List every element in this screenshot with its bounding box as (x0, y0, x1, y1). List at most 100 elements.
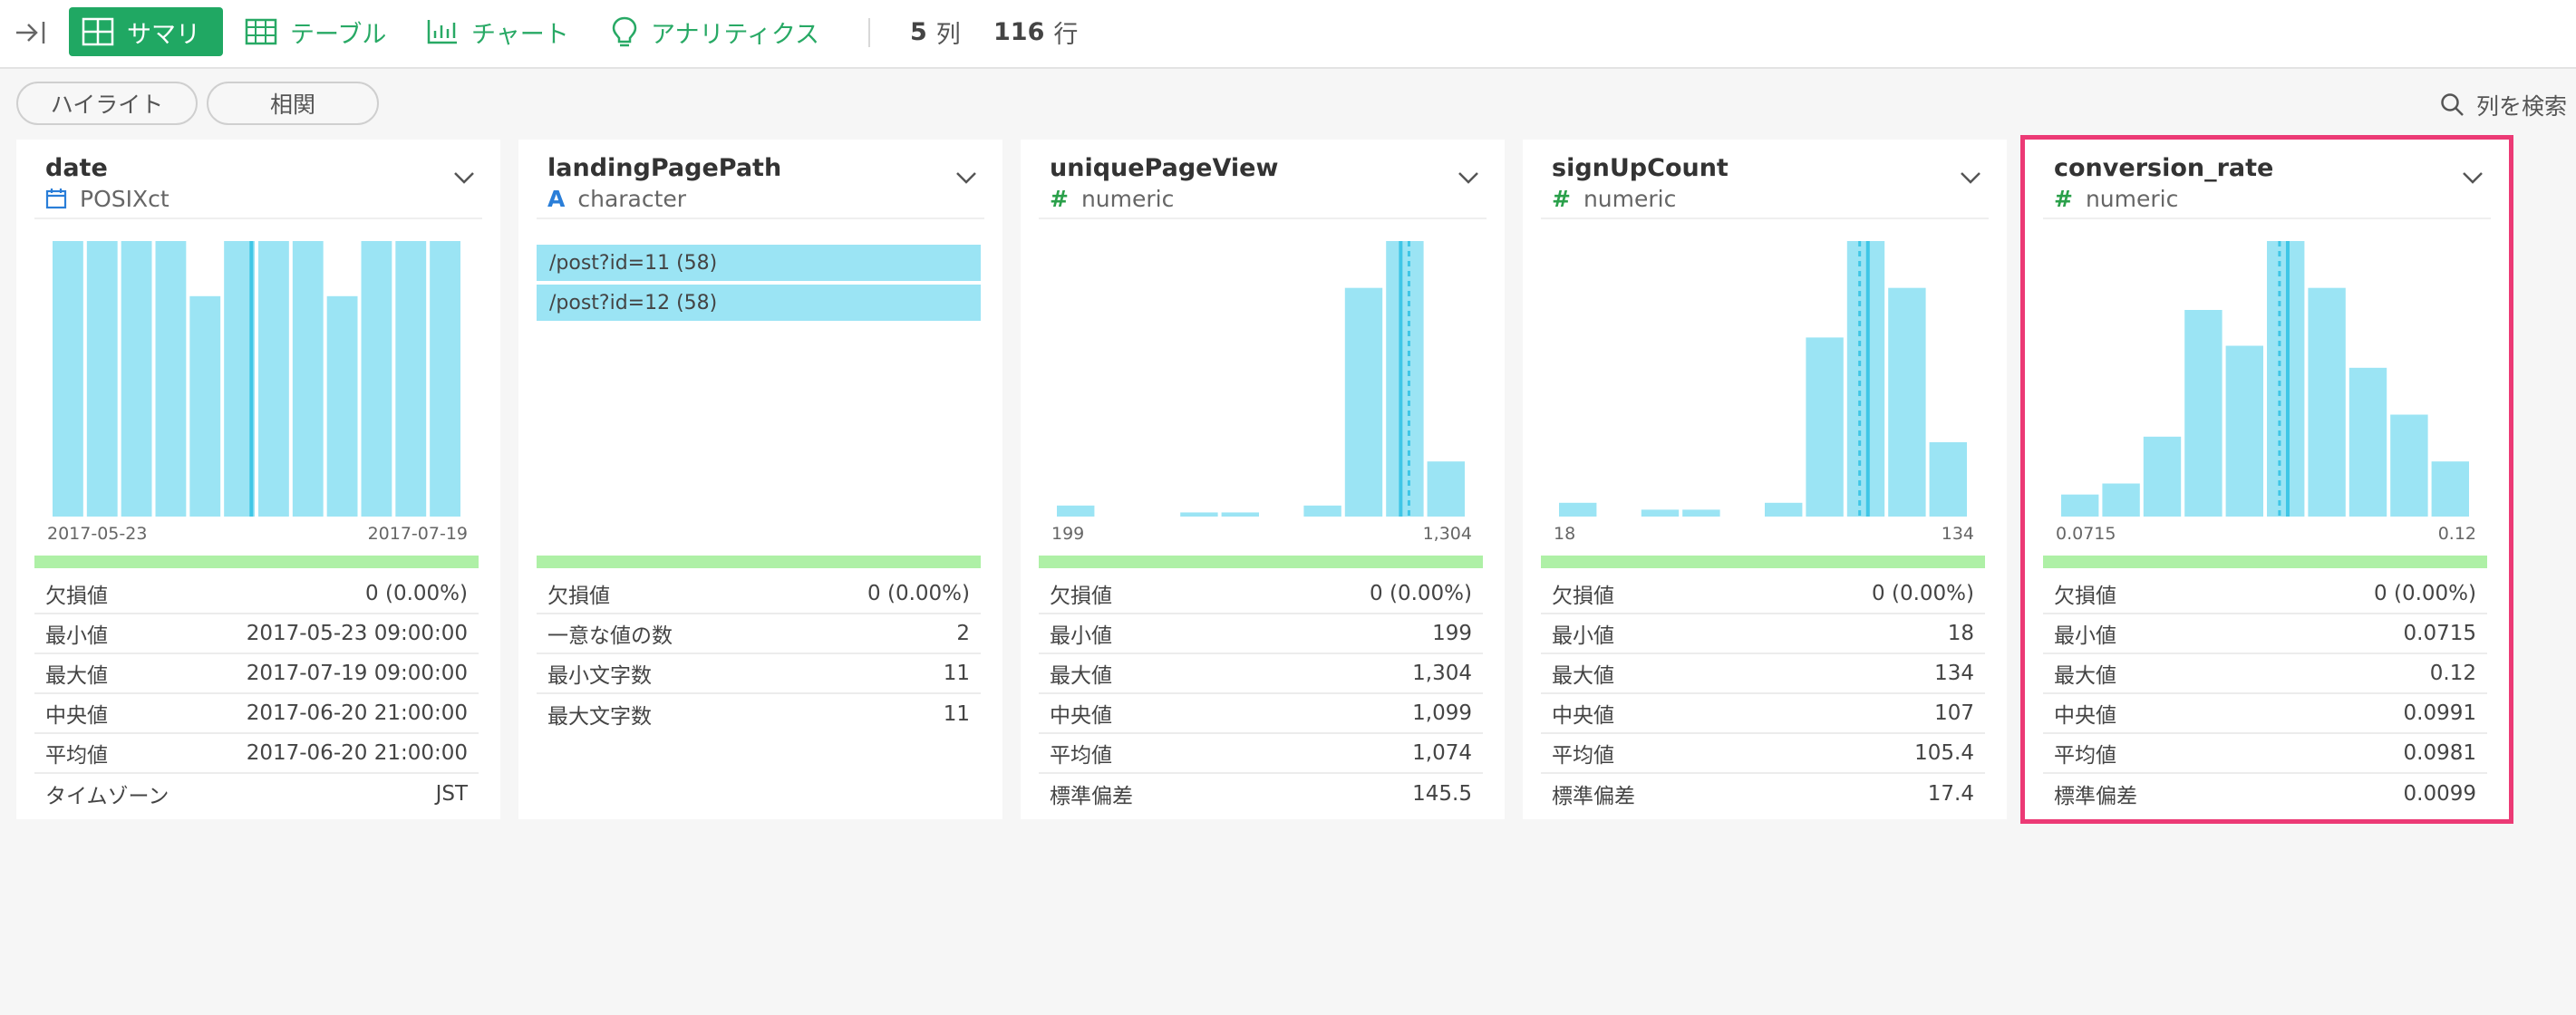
histogram-bar[interactable] (2143, 436, 2182, 517)
histogram-bar[interactable] (2308, 287, 2346, 517)
histogram-bar[interactable] (2225, 345, 2263, 517)
column-count: 5 列 (910, 14, 961, 49)
histogram-bar[interactable] (1180, 512, 1218, 517)
correlation-button[interactable]: 相関 (207, 82, 379, 125)
column-card-landingPagePath: landingPagePath A character /post?id=11 … (518, 140, 1002, 819)
stat-label: 最大値 (1552, 664, 1614, 688)
stat-label: 中央値 (1552, 704, 1614, 728)
axis-max-label: 1,304 (1422, 524, 1472, 544)
histogram-bar[interactable] (1559, 502, 1597, 517)
histogram-bar[interactable] (1846, 241, 1885, 517)
histogram-bar[interactable] (1386, 241, 1424, 517)
stat-label: 平均値 (45, 744, 108, 768)
histogram-bar[interactable] (1303, 505, 1341, 517)
histogram-bar[interactable] (1806, 337, 1844, 517)
stats-list: 欠損値 0 (0.00%) 最小値 199 最大値 1,304 中央値 1,099 平均… (1039, 575, 1483, 814)
stat-row: 平均値 105.4 (1541, 734, 1985, 774)
chevron-down-icon[interactable] (955, 170, 977, 185)
chevron-down-icon[interactable] (2462, 170, 2484, 185)
stat-row: 最大値 1,304 (1039, 654, 1483, 694)
histogram-bar[interactable] (1344, 287, 1383, 517)
histogram-bar[interactable] (292, 241, 324, 517)
valid-values-bar (1541, 556, 1985, 568)
histogram-bar[interactable] (258, 241, 289, 517)
stat-row: 最小値 0.0715 (2043, 614, 2487, 654)
histogram-bar[interactable] (2390, 414, 2428, 517)
collapse-panel-button[interactable] (11, 14, 51, 51)
histogram-bar[interactable] (2267, 241, 2305, 517)
histogram-uniquePageView (1057, 241, 1465, 517)
histogram-bar[interactable] (2431, 461, 2469, 517)
stat-row: 中央値 0.0991 (2043, 694, 2487, 734)
stat-value: 134 (1934, 662, 1974, 685)
column-header[interactable]: landingPagePath A character (518, 140, 1002, 218)
histogram-bar[interactable] (1682, 509, 1720, 517)
column-name: uniquePageView (1050, 154, 1279, 182)
collapse-arrow-icon (16, 22, 45, 44)
histogram-bar[interactable] (1765, 502, 1803, 517)
histogram-bar[interactable] (189, 295, 221, 517)
stat-value: 0 (0.00%) (867, 582, 970, 605)
stat-value: 0 (0.00%) (2374, 582, 2476, 605)
histogram-bar[interactable] (2184, 310, 2223, 517)
histogram-bar[interactable] (1929, 441, 1967, 517)
histogram-bar[interactable] (155, 241, 187, 517)
column-header[interactable]: conversion_rate # numeric (2025, 140, 2509, 218)
histogram-bar[interactable] (1427, 461, 1465, 517)
chevron-down-icon[interactable] (453, 170, 475, 185)
histogram-bar[interactable] (121, 241, 152, 517)
column-search[interactable]: 列を検索 (2440, 87, 2567, 123)
tab-summary[interactable]: サマリ (69, 7, 223, 56)
numeric-hash-icon: # (1552, 185, 1571, 212)
header-divider (1541, 218, 1989, 219)
highlight-button[interactable]: ハイライト (16, 82, 198, 125)
stat-label: 最小値 (1050, 624, 1112, 648)
stat-row: 欠損値 0 (0.00%) (1541, 575, 1985, 614)
tab-analytics[interactable]: アナリティクス (598, 7, 832, 56)
stat-label: 中央値 (2054, 704, 2116, 728)
histogram-bar[interactable] (1057, 505, 1095, 517)
stat-label: 一意な値の数 (547, 624, 673, 648)
row-count-unit: 行 (1053, 20, 1079, 49)
column-header[interactable]: date POSIXct (16, 140, 500, 218)
valid-values-bar (2043, 556, 2487, 568)
histogram-bar[interactable] (395, 241, 427, 517)
table-icon (245, 18, 277, 45)
stat-value: 0 (0.00%) (1370, 582, 1472, 605)
header-divider (34, 218, 482, 219)
column-header[interactable]: signUpCount # numeric (1523, 140, 2007, 218)
summary-grid-icon (82, 17, 114, 46)
histogram-bar[interactable] (361, 241, 392, 517)
column-type: # numeric (1050, 185, 1174, 212)
histogram-bar[interactable] (2102, 483, 2140, 517)
tab-table[interactable]: テーブル (232, 7, 399, 56)
histogram-bar[interactable] (326, 295, 358, 517)
stat-label: 平均値 (2054, 744, 2116, 768)
histogram-bar[interactable] (1888, 287, 1926, 517)
column-header[interactable]: uniquePageView # numeric (1021, 140, 1505, 218)
column-name: conversion_rate (2054, 154, 2274, 182)
stat-label: 欠損値 (45, 585, 108, 608)
tab-chart[interactable]: チャート (413, 7, 582, 56)
chevron-down-icon[interactable] (1457, 170, 1479, 185)
stat-label: 標準偏差 (1050, 785, 1133, 808)
chevron-down-icon[interactable] (1960, 170, 1981, 185)
histogram-bar[interactable] (430, 241, 460, 517)
axis-min-label: 199 (1051, 524, 1085, 544)
stat-label: 平均値 (1552, 744, 1614, 768)
top-toolbar: サマリ テーブル チャート アナリティクス 5 列 116 行 (0, 0, 2576, 69)
stats-list: 欠損値 0 (0.00%) 一意な値の数 2 最小文字数 11 最大文字数 11 (537, 575, 981, 734)
top-value-bar[interactable]: /post?id=12 (58) (537, 285, 981, 321)
histogram-bar[interactable] (1221, 512, 1259, 517)
histogram-bar[interactable] (2348, 367, 2387, 517)
histogram-bar[interactable] (86, 241, 118, 517)
histogram-bar[interactable] (1641, 509, 1680, 517)
stat-label: 最小値 (2054, 624, 2116, 648)
top-value-bar[interactable]: /post?id=11 (58) (537, 245, 981, 281)
valid-values-bar (34, 556, 479, 568)
histogram-bar[interactable] (53, 241, 83, 517)
stat-row: 最大値 0.12 (2043, 654, 2487, 694)
histogram-bar[interactable] (2061, 494, 2099, 517)
stat-row: 欠損値 0 (0.00%) (2043, 575, 2487, 614)
stat-value: 2017-05-23 09:00:00 (246, 622, 468, 645)
